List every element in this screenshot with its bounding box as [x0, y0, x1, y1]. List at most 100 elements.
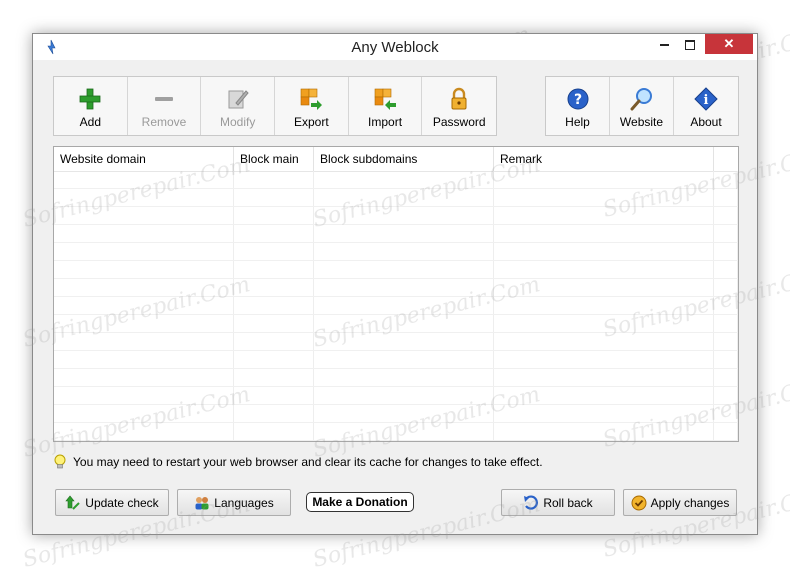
empty-table-cell [494, 441, 714, 442]
remove-label: Remove [141, 115, 187, 129]
about-label: About [690, 115, 722, 129]
modify-button[interactable]: Modify [201, 77, 276, 135]
empty-table-cell [54, 189, 234, 206]
empty-table-row [54, 405, 738, 423]
roll-back-button[interactable]: Roll back [501, 489, 615, 516]
empty-table-cell [234, 369, 314, 386]
empty-table-cell [54, 351, 234, 368]
help-button[interactable]: ? Help [546, 77, 610, 135]
table-header: Website domain Block main Block subdomai… [54, 147, 738, 172]
empty-table-cell [314, 369, 494, 386]
empty-table-cell [714, 441, 738, 442]
update-check-label: Update check [85, 495, 159, 510]
languages-label: Languages [214, 495, 274, 510]
column-header-block-main[interactable]: Block main [234, 147, 314, 171]
empty-table-cell [314, 441, 494, 442]
column-header-website-domain[interactable]: Website domain [54, 147, 234, 171]
help-icon: ? [567, 88, 588, 110]
empty-table-cell [54, 261, 234, 278]
empty-table-cell [234, 441, 314, 442]
empty-table-cell [234, 225, 314, 242]
title-bar: Any Weblock ✕ [33, 34, 757, 60]
password-label: Password [432, 115, 486, 129]
password-button[interactable]: Password [422, 77, 496, 135]
empty-table-row [54, 279, 738, 297]
empty-table-cell [54, 369, 234, 386]
empty-table-cell [494, 387, 714, 404]
empty-table-cell [314, 261, 494, 278]
empty-table-cell [314, 333, 494, 350]
rules-table[interactable]: Website domain Block main Block subdomai… [53, 146, 739, 442]
empty-table-cell [494, 297, 714, 314]
empty-table-cell [54, 279, 234, 296]
add-label: Add [79, 115, 102, 129]
empty-table-cell [234, 207, 314, 224]
hint-text: You may need to restart your web browser… [73, 455, 543, 469]
empty-table-cell [314, 297, 494, 314]
empty-table-cell [714, 207, 738, 224]
empty-table-cell [234, 387, 314, 404]
app-window: Any Weblock ✕ Add Remove Modify Export I… [32, 33, 758, 535]
minimize-button[interactable] [651, 34, 677, 54]
apply-changes-button[interactable]: Apply changes [623, 489, 737, 516]
empty-table-cell [54, 315, 234, 332]
website-button[interactable]: Website [610, 77, 674, 135]
website-label: Website [619, 115, 664, 129]
empty-table-cell [314, 423, 494, 440]
empty-table-row [54, 207, 738, 225]
maximize-button[interactable] [677, 34, 703, 54]
svg-text:i: i [704, 93, 709, 108]
empty-table-cell [314, 279, 494, 296]
empty-table-cell [54, 423, 234, 440]
empty-table-cell [714, 189, 738, 206]
empty-table-cell [494, 369, 714, 386]
column-header-block-subdomains[interactable]: Block subdomains [314, 147, 494, 171]
empty-table-cell [234, 243, 314, 260]
empty-table-cell [314, 405, 494, 422]
export-button[interactable]: Export [275, 77, 349, 135]
empty-table-cell [234, 423, 314, 440]
apply-changes-label: Apply changes [650, 495, 730, 510]
empty-table-row [54, 387, 738, 405]
column-header-filler [714, 147, 738, 171]
main-toolbar: Add Remove Modify Export Import Password [53, 76, 497, 136]
lightbulb-icon [54, 454, 66, 469]
empty-table-row [54, 297, 738, 315]
empty-table-cell [714, 423, 738, 440]
empty-table-cell [714, 261, 738, 278]
minimize-icon [659, 43, 669, 46]
window-title: Any Weblock [351, 39, 439, 56]
export-label: Export [294, 115, 329, 129]
help-toolbar: ? Help Website i About [545, 76, 739, 136]
remove-button[interactable]: Remove [128, 77, 202, 135]
empty-table-cell [314, 387, 494, 404]
empty-table-cell [234, 351, 314, 368]
empty-table-cell [494, 207, 714, 224]
update-check-button[interactable]: Update check [55, 489, 169, 516]
languages-button[interactable]: Languages [177, 489, 291, 516]
donate-button[interactable]: Make a Donation [306, 492, 414, 512]
empty-table-cell [234, 405, 314, 422]
empty-table-cell [234, 315, 314, 332]
empty-table-cell [494, 333, 714, 350]
update-arrow-icon [65, 495, 81, 510]
table-body [54, 171, 738, 441]
empty-table-cell [54, 405, 234, 422]
about-button[interactable]: i About [674, 77, 738, 135]
empty-table-cell [714, 351, 738, 368]
column-header-remark[interactable]: Remark [494, 147, 714, 171]
people-icon [195, 496, 209, 509]
empty-table-cell [234, 297, 314, 314]
empty-table-row [54, 315, 738, 333]
empty-table-cell [234, 333, 314, 350]
close-button[interactable]: ✕ [705, 34, 753, 54]
empty-table-cell [54, 207, 234, 224]
empty-table-cell [494, 189, 714, 206]
import-button[interactable]: Import [349, 77, 423, 135]
import-icon [374, 88, 397, 110]
empty-table-cell [314, 243, 494, 260]
svg-text:?: ? [573, 92, 581, 108]
add-button[interactable]: Add [54, 77, 128, 135]
empty-table-cell [714, 315, 738, 332]
empty-table-cell [54, 297, 234, 314]
